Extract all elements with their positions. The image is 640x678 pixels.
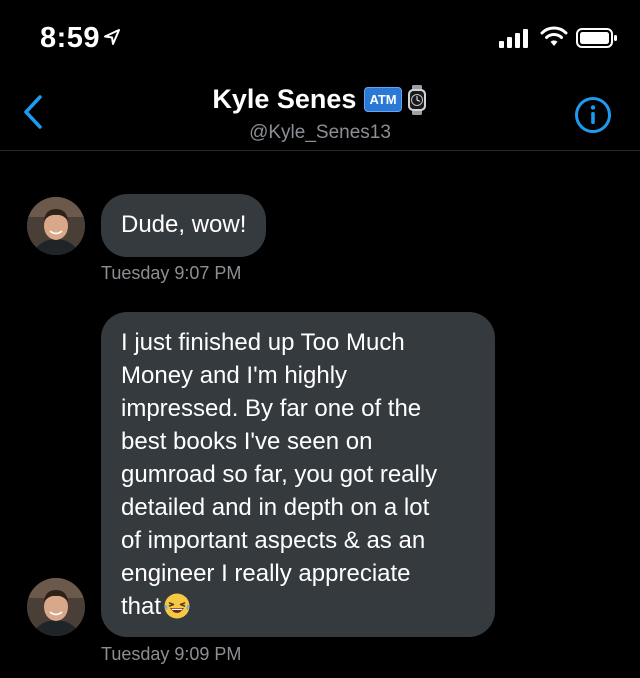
message-text: Dude, wow! (121, 211, 247, 238)
status-bar: 8:59 (0, 0, 640, 80)
contact-name: Kyle Senes (212, 84, 357, 114)
laughing-emoji-icon (164, 593, 190, 619)
contact-handle[interactable]: @Kyle_Senes13 (0, 122, 640, 144)
location-arrow-icon (104, 29, 120, 45)
status-time: 8:59 (40, 22, 101, 54)
dm-conversation-screen: 8:59 Kyle Senes ATM @Kyle_Senes13 Dude, … (0, 0, 640, 678)
message-bubble[interactable]: I just finished up Too Much Money and I'… (101, 312, 495, 637)
avatar-photo (27, 197, 85, 255)
message-bubble[interactable]: Dude, wow! (101, 194, 267, 257)
signal-icon (499, 29, 528, 48)
battery-icon (576, 28, 617, 48)
conversation-header: Kyle Senes ATM @Kyle_Senes13 (0, 80, 640, 151)
title-row[interactable]: Kyle Senes ATM (0, 84, 640, 115)
message-text: I just finished up Too Much Money and I'… (121, 329, 438, 620)
atm-badge: ATM (364, 87, 402, 112)
message-timestamp: Tuesday 9:07 PM (101, 263, 242, 283)
message-timestamp: Tuesday 9:09 PM (101, 644, 242, 664)
avatar-photo (27, 578, 85, 636)
avatar[interactable] (27, 578, 85, 636)
watch-icon (407, 84, 426, 115)
wifi-icon (540, 26, 568, 46)
avatar[interactable] (27, 197, 85, 255)
info-icon[interactable] (574, 96, 612, 134)
